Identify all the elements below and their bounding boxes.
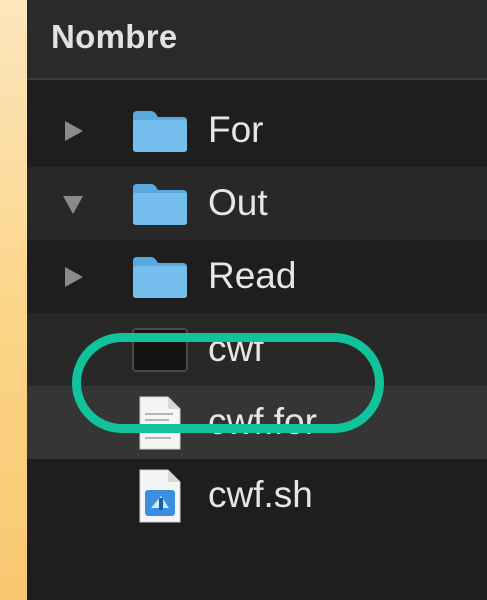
list-item-label: Out [208,181,268,223]
folder-icon [133,110,187,152]
list-item-label: cwf.for [208,400,317,442]
column-header[interactable]: Nombre [27,0,487,80]
text-document-icon [139,396,181,449]
list-item-cwf[interactable]: cwf [27,313,487,386]
terminal-executable-icon [132,327,188,372]
list-item-read[interactable]: Read [27,240,487,313]
disclosure-triangle-right-icon[interactable] [61,119,85,143]
list-item-cwf-sh[interactable]: cwf.sh [27,459,487,532]
disclosure-triangle-down-icon[interactable] [61,192,85,216]
list-item-for[interactable]: For [27,94,487,167]
folder-icon [133,256,187,298]
finder-list-view: Nombre For Out Read cwf cwf.for cwf.sh [27,0,487,600]
script-document-icon [139,469,181,522]
list-item-label: Read [208,254,297,296]
column-header-name: Nombre [51,18,178,55]
list-item-out[interactable]: Out [27,167,487,240]
list-item-label: cwf [208,327,264,369]
list-item-label: cwf.sh [208,473,313,515]
list-item-label: For [208,108,264,150]
disclosure-triangle-right-icon[interactable] [61,265,85,289]
folder-icon [133,183,187,225]
list-item-cwf-for[interactable]: cwf.for [27,386,487,459]
